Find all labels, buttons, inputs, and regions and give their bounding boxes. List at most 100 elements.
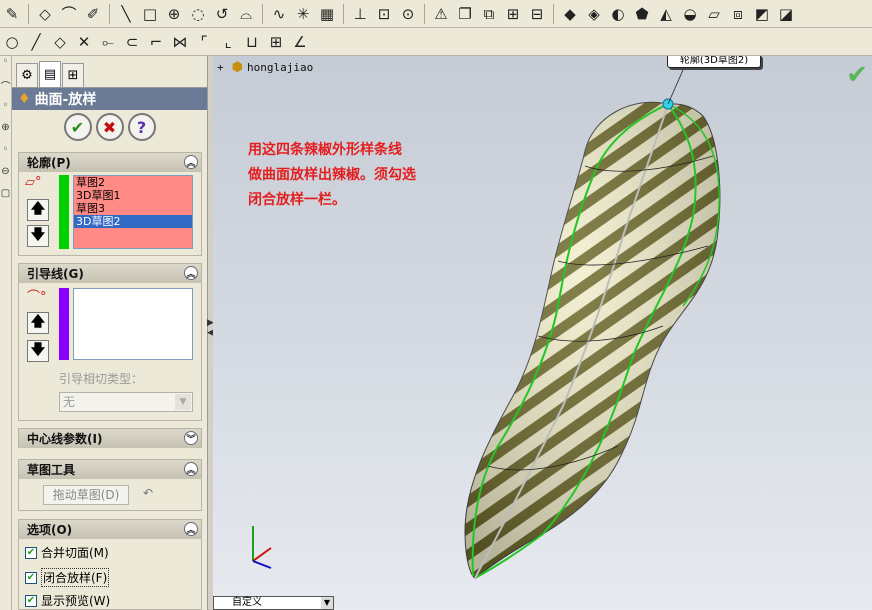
mirror-entities-icon[interactable]: ⋈ [169, 31, 191, 53]
drag-sketch-button[interactable]: 拖动草图(D) [43, 485, 129, 505]
3d-sketch-icon[interactable]: ⌒ [58, 3, 80, 25]
chevron-down-icon[interactable]: ▼ [175, 394, 191, 410]
circle-sketch-icon[interactable]: ○ [1, 31, 23, 53]
trim-entities-icon[interactable]: ✕ [73, 31, 95, 53]
offset-entities-icon[interactable]: ⊂ [121, 31, 143, 53]
point-icon[interactable]: ✳ [292, 3, 314, 25]
left-toolbar-strip: ◦ ⌒ ◦ ⊕ ◦ ⊖ ▢ [0, 56, 12, 610]
close-loft-checkbox[interactable]: ✔ 闭合放样(F) [25, 568, 110, 587]
move-up-button[interactable]: 🡅 [27, 199, 49, 221]
show-preview-checkbox[interactable]: ✔ 显示预览(W) [25, 592, 110, 609]
graphics-viewport[interactable]: + ⬢ honglajiao ✔ 用这四条辣椒外形样条线 做曲面放样出辣椒。须勾… [213, 56, 872, 610]
extrude-surface-icon[interactable]: ◆ [559, 3, 581, 25]
guides-list[interactable] [73, 288, 193, 360]
help-button[interactable]: ? [127, 113, 156, 141]
centerline-header[interactable]: 中心线参数(I) ︾ [19, 429, 201, 448]
ok-button[interactable]: ✔ [63, 113, 92, 141]
list-item[interactable]: 草图2 [74, 176, 192, 189]
polygon-icon[interactable]: ◇ [49, 31, 71, 53]
move-down-button[interactable]: 🡇 [27, 225, 49, 247]
toolbar-separator [343, 3, 344, 24]
sketch-tools-header[interactable]: 草图工具 ︽ [19, 460, 201, 479]
move-icon[interactable]: ⧉ [478, 3, 500, 25]
strip-icon[interactable]: ⊖ [0, 166, 11, 188]
guide-tangency-value: 无 [63, 395, 76, 409]
tab-feature-manager[interactable]: ⚙ [16, 63, 38, 87]
profile-callout[interactable]: 轮廓(3D草图2) [667, 56, 761, 68]
collapse-icon[interactable]: ︽ [184, 266, 198, 280]
rectangle-icon[interactable]: □ [139, 3, 161, 25]
strip-icon[interactable]: ◦ [0, 100, 11, 122]
sketch-tools-header-label: 草图工具 [27, 463, 76, 477]
construction-icon[interactable]: ⌜ [193, 31, 215, 53]
trim-surface-icon[interactable]: ◩ [751, 3, 773, 25]
strip-icon[interactable]: ◦ [0, 56, 11, 78]
line-sketch-icon[interactable]: ╱ [25, 31, 47, 53]
corner-icon[interactable]: ⌞ [217, 31, 239, 53]
extend-entities-icon[interactable]: ⟜ [97, 31, 119, 53]
array-icon[interactable]: ⊟ [526, 3, 548, 25]
merge-tangent-faces-checkbox[interactable]: ✔ 合并切面(M) [25, 544, 109, 561]
spline-icon[interactable]: ∿ [268, 3, 290, 25]
revolve-surface-icon[interactable]: ◈ [583, 3, 605, 25]
profiles-list[interactable]: 草图2 3D草图1 草图3 3D草图2 [73, 175, 193, 249]
boundary-surface-icon[interactable]: ◭ [655, 3, 677, 25]
plane-icon[interactable]: ⊥ [349, 3, 371, 25]
list-item[interactable]: 3D草图1 [74, 189, 192, 202]
strip-icon[interactable]: ▢ [0, 188, 11, 210]
filled-surface-icon[interactable]: ◒ [679, 3, 701, 25]
undo-icon[interactable]: ↶ [143, 486, 153, 500]
guides-header[interactable]: 引导线(G) ︽ [19, 264, 201, 283]
expand-icon[interactable]: ︾ [184, 431, 198, 445]
line-icon[interactable]: ╲ [115, 3, 137, 25]
three-point-arc-icon[interactable]: ⌓ [235, 3, 257, 25]
edit-sketch-icon[interactable]: ✐ [82, 3, 104, 25]
arc-icon[interactable]: ◌ [187, 3, 209, 25]
view-orientation-select[interactable]: 自定义 ▼ [213, 596, 334, 610]
smart-dimension-icon[interactable]: ◇ [34, 3, 56, 25]
pm-title: 曲面-放样 [34, 92, 97, 108]
copy-icon[interactable]: ❐ [454, 3, 476, 25]
guide-tangency-select[interactable]: 无 ▼ [59, 392, 193, 412]
fillet-icon[interactable]: ⌐ [145, 31, 167, 53]
guide-color-bar [59, 288, 69, 360]
collapse-icon[interactable]: ︽ [184, 522, 198, 536]
strip-icon[interactable]: ⌒ [0, 78, 11, 100]
chevron-down-icon[interactable]: ▼ [321, 597, 333, 609]
profiles-header[interactable]: 轮廓(P) ︽ [19, 153, 201, 172]
strip-icon[interactable]: ⊕ [0, 122, 11, 144]
grid-icon[interactable]: ▦ [316, 3, 338, 25]
sweep-surface-icon[interactable]: ◐ [607, 3, 629, 25]
tangent-arc-icon[interactable]: ↺ [211, 3, 233, 25]
move-up-button[interactable]: 🡅 [27, 312, 49, 334]
tab-property-manager[interactable]: ▤ [39, 61, 61, 87]
angle-icon[interactable]: ∠ [289, 31, 311, 53]
collapse-icon[interactable]: ︽ [184, 155, 198, 169]
sketch-icon[interactable]: ✎ [1, 3, 23, 25]
warning-icon[interactable]: ⚠ [430, 3, 452, 25]
loft-surface-icon[interactable]: ⬟ [631, 3, 653, 25]
centerline-group: 中心线参数(I) ︾ [18, 428, 202, 448]
checkbox-checked-icon[interactable]: ✔ [25, 546, 37, 559]
display-relations-icon[interactable]: ⊡ [373, 3, 395, 25]
scale-icon[interactable]: ⊞ [502, 3, 524, 25]
loft-surface-model[interactable] [213, 56, 872, 610]
options-header[interactable]: 选项(O) ︽ [19, 520, 201, 539]
circle-icon[interactable]: ⊕ [163, 3, 185, 25]
list-item-selected[interactable]: 3D草图2 [74, 215, 192, 228]
strip-icon[interactable]: ◦ [0, 144, 11, 166]
add-relation-icon[interactable]: ⊙ [397, 3, 419, 25]
tab-configuration-manager[interactable]: ⊞ [62, 63, 84, 87]
cancel-button[interactable]: ✖ [95, 113, 124, 141]
collapse-icon[interactable]: ︽ [184, 462, 198, 476]
linear-pattern-icon[interactable]: ⊔ [241, 31, 263, 53]
sketch-tools-group: 草图工具 ︽ 拖动草图(D) ↶ [18, 459, 202, 511]
offset-surface-icon[interactable]: ▱ [703, 3, 725, 25]
list-item[interactable]: 草图3 [74, 202, 192, 215]
extend-surface-icon[interactable]: ◪ [775, 3, 797, 25]
grid-snap-icon[interactable]: ⊞ [265, 31, 287, 53]
move-down-button[interactable]: 🡇 [27, 340, 49, 362]
knit-surface-icon[interactable]: ⧈ [727, 3, 749, 25]
checkbox-checked-icon[interactable]: ✔ [25, 594, 37, 607]
checkbox-checked-icon[interactable]: ✔ [25, 571, 37, 584]
